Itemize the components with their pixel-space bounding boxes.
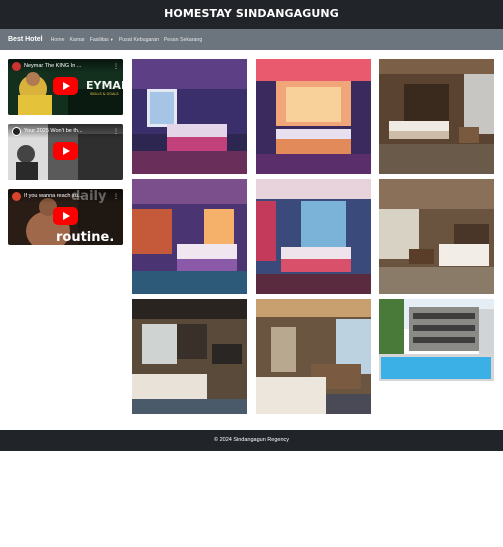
video-title[interactable]: Your 2025 Won't be th... <box>24 128 110 134</box>
room-photo-8[interactable] <box>256 299 371 414</box>
nav-item-pesan-sekarang[interactable]: Pesan Sekarang <box>164 37 202 43</box>
video-overlay-subtext: SKILLS & GOALS <box>90 92 119 96</box>
video-embed-1[interactable]: Neymar The KING In ... ⋮ EYMAR SKILLS & … <box>8 59 123 115</box>
room-image <box>256 59 371 174</box>
video-title-bar: Your 2025 Won't be th... ⋮ <box>8 124 123 138</box>
nav-item-fasilitas[interactable]: Fasilitas▼ <box>90 37 114 43</box>
nav-item-pusat-kebugaran[interactable]: Pusat Kebugaran <box>119 37 159 43</box>
channel-avatar <box>12 126 21 136</box>
video-overlay-text: EYMAR <box>86 79 123 92</box>
room-image <box>132 179 247 294</box>
room-image <box>379 59 494 174</box>
video-title[interactable]: Neymar The KING In ... <box>24 63 110 69</box>
video-overlay-text: daily <box>71 189 107 204</box>
room-image <box>256 179 371 294</box>
navbar-brand[interactable]: Best Hotel <box>8 36 43 43</box>
room-photo-5[interactable] <box>256 179 371 294</box>
channel-avatar <box>12 61 21 71</box>
room-image <box>256 299 371 414</box>
more-options-icon[interactable]: ⋮ <box>113 128 119 135</box>
more-options-icon[interactable]: ⋮ <box>113 63 119 70</box>
page-title: HOMESTAY SINDANGAGUNG <box>164 7 339 20</box>
nav-item-kamar[interactable]: Kamar <box>69 37 84 43</box>
more-options-icon[interactable]: ⋮ <box>113 193 119 200</box>
room-image <box>379 179 494 294</box>
room-photo-2[interactable] <box>256 59 371 174</box>
nav-item-fasilitas-label: Fasilitas <box>89 36 109 43</box>
play-button-icon[interactable] <box>53 77 78 95</box>
room-image <box>132 299 247 414</box>
room-photo-3[interactable] <box>379 59 494 174</box>
channel-avatar <box>12 191 21 201</box>
video-title-bar: Neymar The KING In ... ⋮ <box>8 59 123 73</box>
pool-image <box>379 299 494 381</box>
site-header: HOMESTAY SINDANGAGUNG <box>0 0 503 29</box>
nav-item-home[interactable]: Home <box>51 37 65 43</box>
video-embed-2[interactable]: Your 2025 Won't be th... ⋮ <box>8 124 123 180</box>
play-button-icon[interactable] <box>53 142 78 160</box>
pool-photo[interactable] <box>379 299 494 381</box>
video-overlay-subtext: routine. <box>56 230 115 245</box>
navbar: Best Hotel Home Kamar Fasilitas▼ Pusat K… <box>0 29 503 50</box>
caret-down-icon: ▼ <box>109 36 114 42</box>
room-photo-7[interactable] <box>132 299 247 414</box>
room-photo-6[interactable] <box>379 179 494 294</box>
room-photo-4[interactable] <box>132 179 247 294</box>
site-footer: © 2024 Sindangagun Regency <box>0 430 503 451</box>
room-image <box>132 59 247 174</box>
video-embed-3[interactable]: If you wanna reach su... ⋮ daily routine… <box>8 189 123 245</box>
room-photo-1[interactable] <box>132 59 247 174</box>
play-button-icon[interactable] <box>53 207 78 225</box>
footer-copyright: © 2024 Sindangagun Regency <box>214 437 289 443</box>
